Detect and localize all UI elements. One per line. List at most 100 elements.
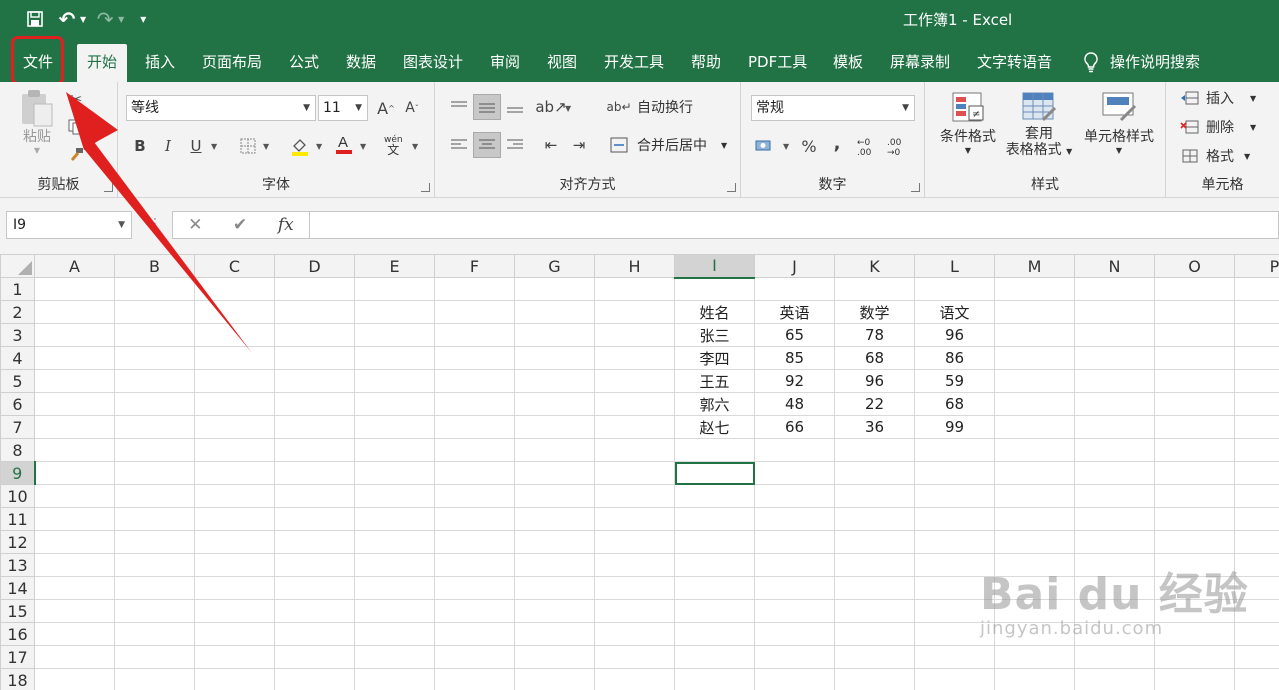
cell-h3[interactable] [594,323,675,347]
cell-h15[interactable] [594,599,675,623]
cell-i4[interactable]: 李四 [674,346,755,370]
format-dropdown-icon[interactable]: ▼ [1244,152,1250,161]
cell-p9[interactable] [1234,461,1279,485]
cell-m2[interactable] [994,300,1075,324]
cell-h1[interactable] [594,277,675,301]
cell-f18[interactable] [434,668,515,690]
cell-n14[interactable] [1074,576,1155,600]
wrap-text-button[interactable]: ab↵ 自动换行 [606,96,693,118]
cell-k4[interactable]: 68 [834,346,915,370]
cell-l13[interactable] [914,553,995,577]
accounting-dropdown-icon[interactable]: ▼ [783,142,789,151]
delete-cells-button[interactable]: 删除 ▼ [1180,117,1256,137]
column-header-c[interactable]: C [194,254,275,278]
cell-g11[interactable] [514,507,595,531]
cell-f10[interactable] [434,484,515,508]
cell-e9[interactable] [354,461,435,485]
cell-f7[interactable] [434,415,515,439]
cell-n15[interactable] [1074,599,1155,623]
cell-a12[interactable] [34,530,115,554]
cell-e2[interactable] [354,300,435,324]
cell-d14[interactable] [274,576,355,600]
cell-m17[interactable] [994,645,1075,669]
column-header-e[interactable]: E [354,254,435,278]
cell-b5[interactable] [114,369,195,393]
cell-p6[interactable] [1234,392,1279,416]
cell-m10[interactable] [994,484,1075,508]
cell-n1[interactable] [1074,277,1155,301]
cell-b11[interactable] [114,507,195,531]
cell-n5[interactable] [1074,369,1155,393]
cell-k18[interactable] [834,668,915,690]
cell-a7[interactable] [34,415,115,439]
undo-dropdown-icon[interactable]: ▼ [80,15,86,24]
cell-h9[interactable] [594,461,675,485]
cell-l12[interactable] [914,530,995,554]
cell-m11[interactable] [994,507,1075,531]
cell-l10[interactable] [914,484,995,508]
cell-d5[interactable] [274,369,355,393]
font-color-dropdown-icon[interactable]: ▼ [360,142,366,151]
row-header-8[interactable]: 8 [0,438,35,462]
cell-j1[interactable] [754,277,835,301]
cell-p14[interactable] [1234,576,1279,600]
column-header-o[interactable]: O [1154,254,1235,278]
cell-i16[interactable] [674,622,755,646]
cell-j6[interactable]: 48 [754,392,835,416]
cell-h18[interactable] [594,668,675,690]
cell-n13[interactable] [1074,553,1155,577]
cell-d16[interactable] [274,622,355,646]
cell-p2[interactable] [1234,300,1279,324]
cell-j15[interactable] [754,599,835,623]
cell-b6[interactable] [114,392,195,416]
formula-input[interactable] [310,211,1279,239]
cell-l15[interactable] [914,599,995,623]
cell-h6[interactable] [594,392,675,416]
cell-f8[interactable] [434,438,515,462]
decrease-decimal-button[interactable]: .00 →0 [887,138,915,158]
cell-a16[interactable] [34,622,115,646]
cell-i9[interactable] [674,461,755,485]
cell-b15[interactable] [114,599,195,623]
cell-m5[interactable] [994,369,1075,393]
cell-n17[interactable] [1074,645,1155,669]
cell-k5[interactable]: 96 [834,369,915,393]
cell-i7[interactable]: 赵七 [674,415,755,439]
cell-d6[interactable] [274,392,355,416]
cell-h4[interactable] [594,346,675,370]
cell-e13[interactable] [354,553,435,577]
cell-p3[interactable] [1234,323,1279,347]
cell-c16[interactable] [194,622,275,646]
format-painter-icon[interactable] [64,144,88,166]
insert-function-icon[interactable]: fx [278,215,294,235]
row-header-15[interactable]: 15 [0,599,35,623]
cell-e1[interactable] [354,277,435,301]
cell-p15[interactable] [1234,599,1279,623]
cell-k1[interactable] [834,277,915,301]
cell-k17[interactable] [834,645,915,669]
underline-button[interactable]: U [184,135,208,157]
cell-i11[interactable] [674,507,755,531]
cell-o11[interactable] [1154,507,1235,531]
cell-b1[interactable] [114,277,195,301]
copy-icon[interactable] [64,116,88,138]
cell-g13[interactable] [514,553,595,577]
cell-l17[interactable] [914,645,995,669]
cell-f16[interactable] [434,622,515,646]
cell-h8[interactable] [594,438,675,462]
cell-f15[interactable] [434,599,515,623]
cell-j17[interactable] [754,645,835,669]
alignment-launcher-icon[interactable] [727,183,736,192]
cell-c15[interactable] [194,599,275,623]
orientation-dropdown-icon[interactable]: ▼ [565,104,571,113]
column-header-k[interactable]: K [834,254,915,278]
cell-g6[interactable] [514,392,595,416]
cell-p11[interactable] [1234,507,1279,531]
cell-c10[interactable] [194,484,275,508]
cell-j13[interactable] [754,553,835,577]
cell-d17[interactable] [274,645,355,669]
cell-n12[interactable] [1074,530,1155,554]
cell-e10[interactable] [354,484,435,508]
cell-i3[interactable]: 张三 [674,323,755,347]
cell-a8[interactable] [34,438,115,462]
